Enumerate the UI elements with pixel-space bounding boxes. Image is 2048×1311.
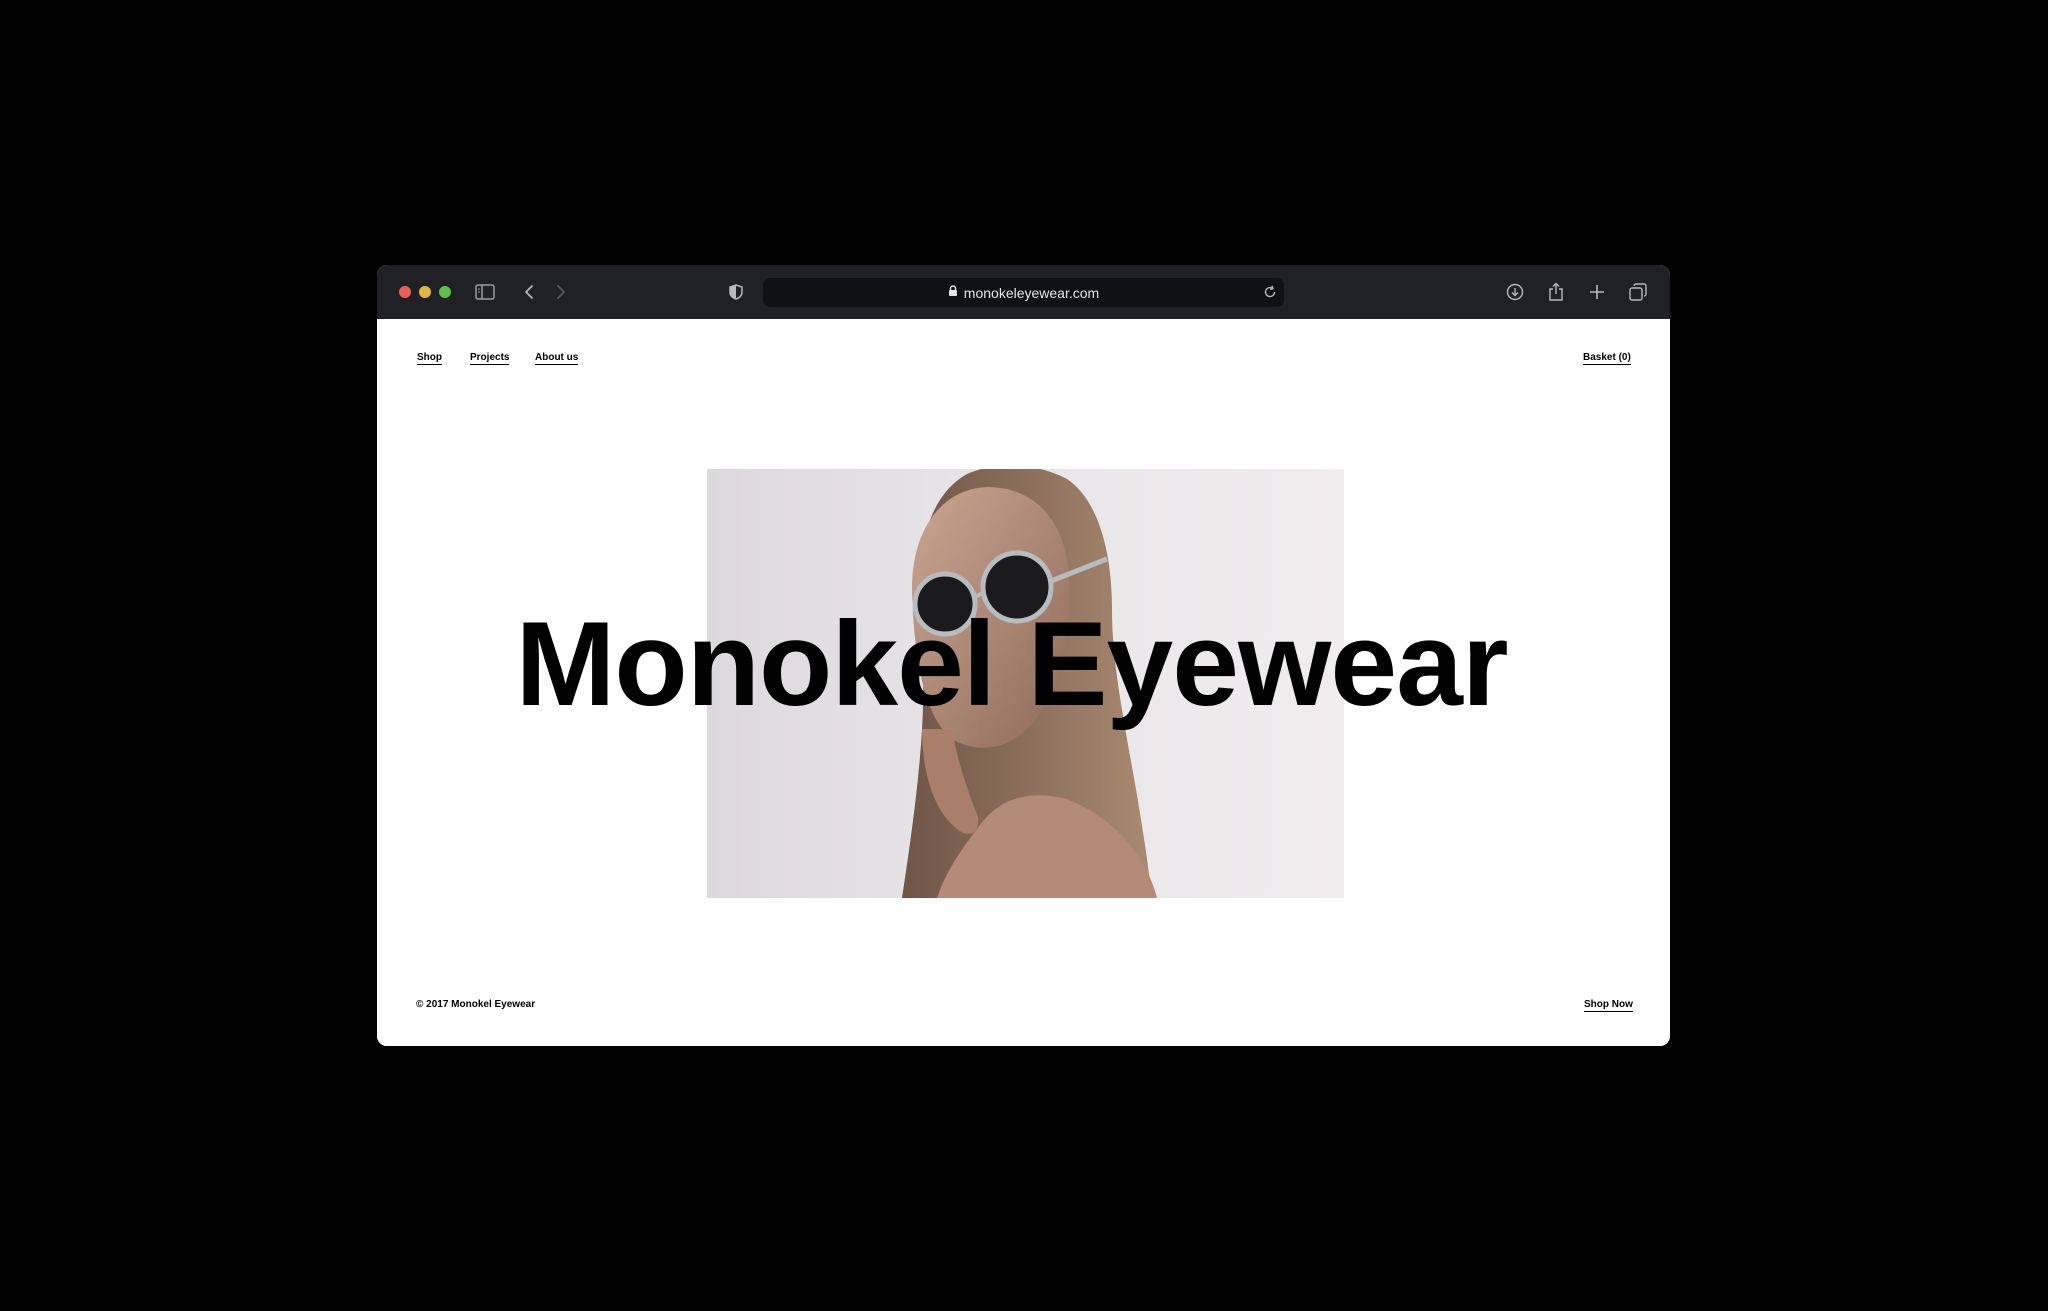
browser-toolbar: monokeleyewear.com (377, 265, 1670, 319)
share-icon[interactable] (1545, 282, 1567, 302)
shop-now-link[interactable]: Shop Now (1584, 999, 1633, 1012)
copyright-text: © 2017 Monokel Eyewear (416, 999, 536, 1010)
back-icon[interactable] (518, 282, 540, 302)
privacy-shield-icon[interactable] (725, 282, 747, 302)
web-page: Shop Projects About us Basket (0) Monoke… (377, 319, 1670, 1046)
tab-overview-icon[interactable] (1627, 282, 1649, 302)
nav-projects-link[interactable]: Projects (470, 352, 510, 365)
basket-link[interactable]: Basket (0) (1583, 352, 1631, 365)
maximize-window-button[interactable] (439, 286, 451, 298)
browser-window: monokeleyewear.com Shop Projects About u… (377, 265, 1670, 1046)
url-text: monokeleyewear.com (963, 284, 1100, 301)
new-tab-icon[interactable] (1586, 282, 1608, 302)
nav-shop-link[interactable]: Shop (417, 352, 442, 365)
sidebar-toggle-icon[interactable] (474, 282, 496, 302)
forward-icon[interactable] (550, 282, 572, 302)
close-window-button[interactable] (399, 286, 411, 298)
downloads-icon[interactable] (1504, 282, 1526, 302)
nav-about-link[interactable]: About us (535, 352, 579, 365)
minimize-window-button[interactable] (419, 286, 431, 298)
lock-icon (948, 284, 958, 302)
reload-icon[interactable] (1262, 284, 1278, 300)
address-bar[interactable]: monokeleyewear.com (763, 278, 1284, 307)
hero-title: Monokel Eyewear (515, 597, 1508, 731)
